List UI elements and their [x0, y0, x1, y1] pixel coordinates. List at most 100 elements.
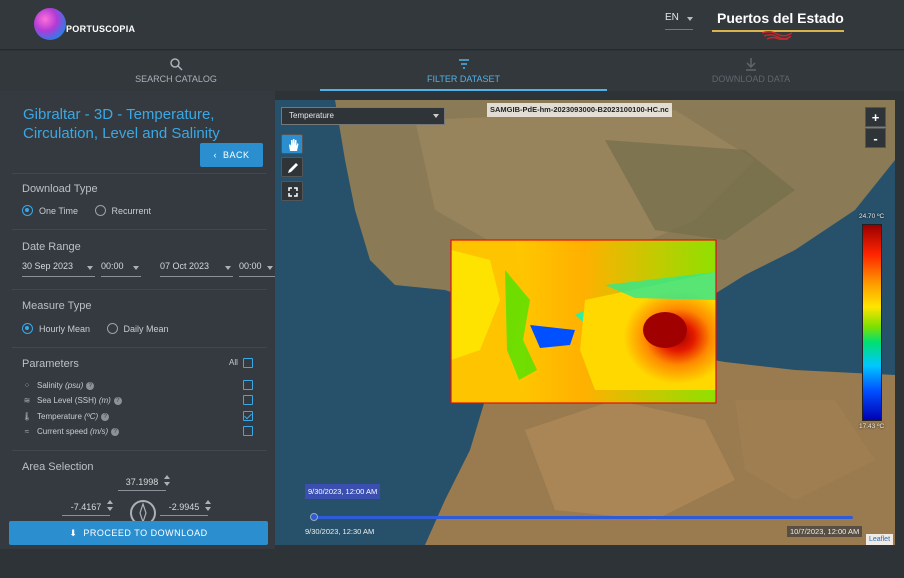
help-icon[interactable]: ?	[111, 427, 120, 436]
tab-filter-dataset[interactable]: FILTER DATASET	[320, 51, 607, 91]
parameters-title: Parameters	[22, 358, 79, 370]
north-coordinate-input[interactable]: 37.1998	[118, 477, 166, 491]
end-time-field[interactable]: 00:00	[239, 261, 275, 277]
tab-filter-dataset-label: FILTER DATASET	[426, 74, 500, 84]
brand-wave-icon	[762, 30, 792, 40]
pan-tool-button[interactable]	[281, 134, 303, 154]
proceed-to-download-button[interactable]: ⬇ PROCEED TO DOWNLOAD	[9, 521, 268, 545]
help-icon[interactable]: ?	[101, 412, 110, 421]
variable-select[interactable]: Temperature	[281, 107, 445, 125]
north-stepper[interactable]	[163, 475, 171, 487]
tab-search-catalog[interactable]: SEARCH CATALOG	[32, 51, 320, 91]
divider	[12, 289, 267, 290]
radio-recurrent[interactable]: Recurrent	[94, 205, 166, 217]
current-icon: ≈	[24, 427, 30, 436]
east-stepper[interactable]	[204, 500, 212, 512]
tab-bar: SEARCH CATALOG FILTER DATASET DOWNLOAD D…	[0, 51, 904, 91]
param-unit: (psu)	[65, 381, 84, 390]
draw-tool-button[interactable]	[281, 157, 303, 177]
time-slider-handle[interactable]	[310, 513, 318, 521]
portuscopia-logo-icon[interactable]	[34, 8, 66, 40]
radio-circle	[94, 205, 106, 217]
dataset-title: Gibraltar - 3D - Temperature, Circulatio…	[23, 106, 220, 142]
time-start-label: 9/30/2023, 12:30 AM	[305, 527, 375, 536]
end-time-value: 00:00	[239, 261, 262, 271]
sea-level-icon: ≋	[23, 396, 31, 405]
west-stepper[interactable]	[106, 500, 114, 512]
chevron-down-icon	[433, 114, 439, 118]
time-slider-track[interactable]	[313, 516, 853, 519]
filter-icon	[458, 59, 469, 69]
salinity-checkbox[interactable]	[243, 380, 253, 390]
sea-level-checkbox[interactable]	[243, 395, 253, 405]
salinity-icon: ⁘	[23, 381, 31, 390]
all-checkbox[interactable]	[243, 358, 253, 368]
start-date-value: 30 Sep 2023	[22, 261, 74, 271]
east-coordinate-input[interactable]: -2.9945	[160, 502, 208, 516]
west-coordinate-input[interactable]: -7.4167	[62, 502, 110, 516]
param-sea-level: ≋ Sea Level (SSH) (m)?	[22, 396, 257, 408]
download-type-title: Download Type	[22, 183, 98, 195]
app-name: PORTUSCOPIA	[66, 24, 136, 34]
area-selection-title: Area Selection	[22, 461, 94, 473]
chevron-down-icon	[687, 17, 693, 21]
download-icon: ⬇	[69, 528, 84, 538]
brand-name: Puertos del Estado	[717, 10, 844, 26]
divider	[12, 347, 267, 348]
chevron-left-icon: ‹	[213, 150, 223, 160]
radio-label: Daily Mean	[123, 323, 169, 334]
chevron-down-icon	[87, 266, 93, 270]
start-time-value: 00:00	[101, 261, 124, 271]
pencil-icon	[288, 163, 298, 173]
download-type-options: One Time Recurrent	[22, 205, 166, 217]
map-view[interactable]: Temperature SAMGIB-PdE-hm-2023093000-B20…	[275, 100, 895, 545]
hand-icon	[289, 139, 299, 151]
chevron-down-icon	[267, 266, 273, 270]
fullscreen-button[interactable]	[281, 181, 303, 201]
radio-circle	[22, 205, 33, 217]
proceed-label: PROCEED TO DOWNLOAD	[83, 528, 208, 538]
param-temperature: 🌡 Temperature (ºC)?	[22, 412, 257, 424]
tab-download-data-label: DOWNLOAD DATA	[711, 74, 791, 84]
chevron-down-icon	[133, 266, 139, 270]
download-icon	[746, 58, 756, 71]
param-name: Salinity	[37, 381, 63, 390]
current-speed-checkbox[interactable]	[243, 426, 253, 436]
param-current-speed: ≈ Current speed (m/s)?	[22, 427, 257, 439]
param-salinity: ⁘ Salinity (psu)?	[22, 381, 257, 393]
legend-min-label: 17.43 ºC	[859, 423, 885, 430]
start-date-field[interactable]: 30 Sep 2023	[22, 261, 95, 277]
divider	[12, 173, 267, 174]
filter-panel: Gibraltar - 3D - Temperature, Circulatio…	[0, 91, 275, 549]
radio-hourly-mean[interactable]: Hourly Mean	[22, 323, 104, 335]
search-icon	[170, 58, 183, 71]
temperature-legend	[862, 224, 882, 421]
all-label: All	[229, 358, 238, 367]
end-date-field[interactable]: 07 Oct 2023	[160, 261, 233, 277]
tab-download-data[interactable]: DOWNLOAD DATA	[607, 51, 895, 91]
radio-daily-mean[interactable]: Daily Mean	[106, 323, 183, 335]
radio-label: Hourly Mean	[39, 323, 91, 334]
zoom-in-button[interactable]: +	[865, 107, 886, 127]
zoom-out-button[interactable]: -	[865, 128, 886, 148]
leaflet-attribution-link[interactable]: Leaflet	[866, 534, 894, 545]
param-unit: (m)	[98, 396, 111, 405]
start-time-field[interactable]: 00:00	[101, 261, 141, 277]
file-name-label: SAMGIB-PdE-hm-2023093000-B2023100100-HC.…	[487, 103, 672, 117]
divider	[12, 450, 267, 451]
current-time-label: 9/30/2023, 12:00 AM	[305, 484, 381, 499]
divider	[12, 229, 267, 230]
param-name: Current speed	[37, 427, 88, 436]
language-select[interactable]: EN	[665, 12, 693, 30]
temperature-checkbox[interactable]	[243, 411, 253, 421]
help-icon[interactable]: ?	[86, 381, 95, 390]
variable-value: Temperature	[289, 111, 334, 120]
time-end-label: 10/7/2023, 12:00 AM	[787, 526, 863, 537]
brand-logo: Puertos del Estado	[712, 8, 844, 32]
radio-label: Recurrent	[111, 205, 152, 216]
param-name: Sea Level (SSH)	[37, 396, 97, 405]
legend-max-label: 24.70 ºC	[859, 213, 885, 220]
radio-one-time[interactable]: One Time	[22, 205, 92, 217]
help-icon[interactable]: ?	[113, 396, 122, 405]
back-button[interactable]: ‹ BACK	[200, 143, 263, 167]
